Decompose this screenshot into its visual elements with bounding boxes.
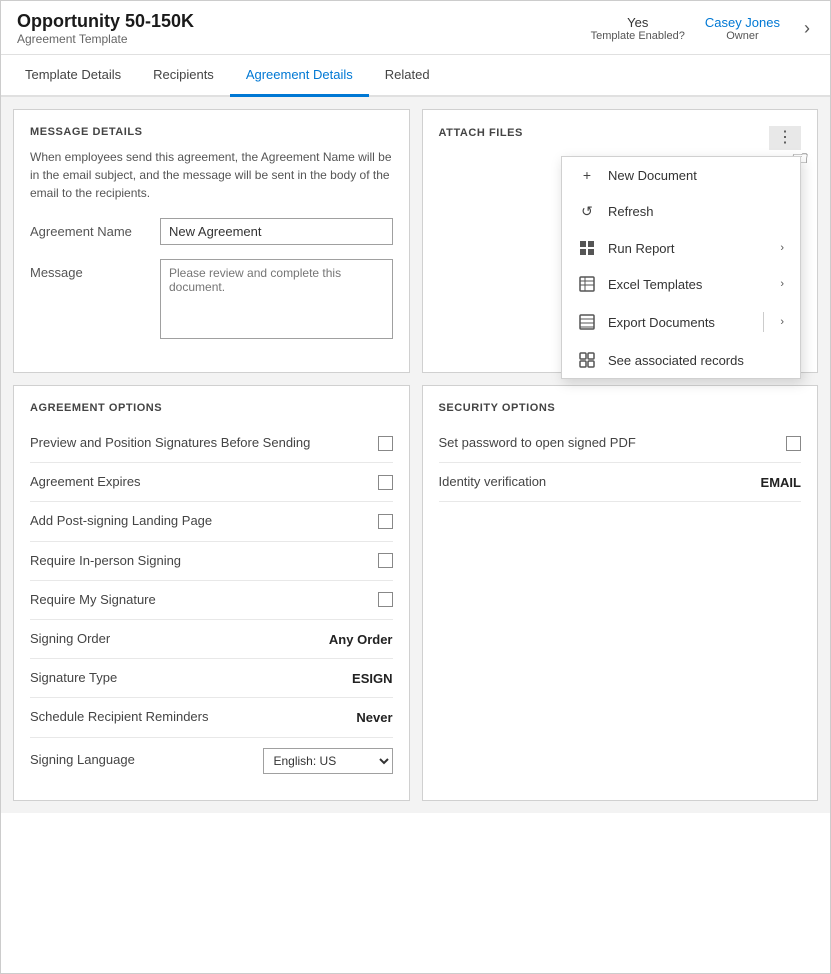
identity-label: Identity verification <box>439 473 547 491</box>
language-label: Signing Language <box>30 751 263 769</box>
option-row-post-signing: Add Post-signing Landing Page <box>30 502 393 541</box>
message-label: Message <box>30 259 160 280</box>
preview-label: Preview and Position Signatures Before S… <box>30 434 378 452</box>
owner-info-section: Casey Jones Owner <box>705 15 780 42</box>
menu-item-run-report[interactable]: Run Report › <box>562 230 800 266</box>
attach-files-title: ATTACH FILES <box>439 127 523 139</box>
page-subtitle: Agreement Template <box>17 32 194 46</box>
identity-value: EMAIL <box>761 475 801 490</box>
expires-label: Agreement Expires <box>30 473 378 491</box>
language-select[interactable]: English: US English: UK French German Sp… <box>263 748 393 774</box>
menu-item-new-document[interactable]: + New Document <box>562 157 800 193</box>
new-document-label: New Document <box>608 168 784 183</box>
option-row-in-person: Require In-person Signing <box>30 542 393 581</box>
three-dots-button[interactable]: ⋮ <box>769 126 801 150</box>
export-documents-icon <box>578 314 596 330</box>
menu-item-see-associated[interactable]: See associated records <box>562 342 800 378</box>
option-row-signature-type: Signature Type ESIGN <box>30 659 393 698</box>
signature-type-label: Signature Type <box>30 669 352 687</box>
in-person-checkbox[interactable] <box>378 553 393 568</box>
attach-files-panel: ATTACH FILES ⋮ + New Document ↺ Refresh <box>422 109 819 373</box>
option-row-reminders: Schedule Recipient Reminders Never <box>30 698 393 737</box>
password-label: Set password to open signed PDF <box>439 434 636 452</box>
header-right-section: Yes Template Enabled? Casey Jones Owner … <box>591 14 814 43</box>
owner-name[interactable]: Casey Jones <box>705 15 780 30</box>
tab-agreement-details[interactable]: Agreement Details <box>230 55 369 97</box>
refresh-label: Refresh <box>608 204 784 219</box>
security-options-panel: SECURITY OPTIONS Set password to open si… <box>422 385 819 801</box>
my-signature-checkbox[interactable] <box>378 592 393 607</box>
top-row: MESSAGE DETAILS When employees send this… <box>13 109 818 373</box>
template-enabled-section: Yes Template Enabled? <box>591 15 685 42</box>
reminders-value: Never <box>356 710 392 725</box>
post-signing-checkbox[interactable] <box>378 514 393 529</box>
preview-checkbox[interactable] <box>378 436 393 451</box>
option-row-signing-order: Signing Order Any Order <box>30 620 393 659</box>
excel-templates-label: Excel Templates <box>608 277 768 292</box>
message-textarea-wrapper <box>160 259 393 342</box>
agreement-options-title: AGREEMENT OPTIONS <box>30 402 393 414</box>
menu-item-refresh[interactable]: ↺ Refresh <box>562 193 800 230</box>
owner-role: Owner <box>705 30 780 42</box>
three-dots-container: ⋮ + New Document ↺ Refresh <box>769 126 801 150</box>
agreement-name-input[interactable] <box>160 218 393 245</box>
menu-item-export-documents[interactable]: Export Documents › <box>562 302 800 342</box>
option-row-my-signature: Require My Signature <box>30 581 393 620</box>
tab-recipients[interactable]: Recipients <box>137 55 230 97</box>
expires-checkbox[interactable] <box>378 475 393 490</box>
new-document-icon: + <box>578 167 596 183</box>
agreement-name-input-wrapper <box>160 218 393 245</box>
security-options-title: SECURITY OPTIONS <box>439 402 802 414</box>
export-divider <box>763 312 764 332</box>
option-row-expires: Agreement Expires <box>30 463 393 502</box>
run-report-arrow: › <box>780 242 784 254</box>
excel-templates-icon <box>578 276 596 292</box>
tab-related[interactable]: Related <box>369 55 446 97</box>
security-row-identity: Identity verification EMAIL <box>439 463 802 502</box>
menu-item-excel-templates[interactable]: Excel Templates › <box>562 266 800 302</box>
post-signing-label: Add Post-signing Landing Page <box>30 512 378 530</box>
agreement-name-label: Agreement Name <box>30 218 160 239</box>
see-associated-icon <box>578 352 596 368</box>
in-person-label: Require In-person Signing <box>30 552 378 570</box>
refresh-icon: ↺ <box>578 203 596 220</box>
signing-order-label: Signing Order <box>30 630 329 648</box>
run-report-label: Run Report <box>608 241 768 256</box>
template-enabled-label: Template Enabled? <box>591 30 685 42</box>
message-details-title: MESSAGE DETAILS <box>30 126 393 138</box>
password-checkbox[interactable] <box>786 436 801 451</box>
excel-templates-arrow: › <box>780 278 784 290</box>
header-title-section: Opportunity 50-150K Agreement Template <box>17 11 194 46</box>
run-report-icon <box>578 240 596 256</box>
security-row-password: Set password to open signed PDF <box>439 424 802 463</box>
tab-template-details[interactable]: Template Details <box>9 55 137 97</box>
message-textarea[interactable] <box>160 259 393 339</box>
message-description: When employees send this agreement, the … <box>30 148 393 202</box>
export-documents-label: Export Documents <box>608 315 751 330</box>
attach-files-header: ATTACH FILES ⋮ + New Document ↺ Refresh <box>439 126 802 150</box>
option-row-preview: Preview and Position Signatures Before S… <box>30 424 393 463</box>
signing-order-value: Any Order <box>329 632 393 647</box>
my-signature-label: Require My Signature <box>30 591 378 609</box>
export-documents-arrow: › <box>780 316 784 328</box>
bottom-row: AGREEMENT OPTIONS Preview and Position S… <box>13 385 818 801</box>
see-associated-label: See associated records <box>608 353 784 368</box>
template-enabled-value: Yes <box>591 15 685 30</box>
reminders-label: Schedule Recipient Reminders <box>30 708 356 726</box>
header: Opportunity 50-150K Agreement Template Y… <box>1 1 830 55</box>
main-content: MESSAGE DETAILS When employees send this… <box>1 97 830 813</box>
option-row-language: Signing Language English: US English: UK… <box>30 738 393 784</box>
message-row: Message <box>30 259 393 342</box>
context-menu: + New Document ↺ Refresh <box>561 156 801 379</box>
agreement-options-panel: AGREEMENT OPTIONS Preview and Position S… <box>13 385 410 801</box>
message-details-panel: MESSAGE DETAILS When employees send this… <box>13 109 410 373</box>
agreement-name-row: Agreement Name <box>30 218 393 245</box>
page-title: Opportunity 50-150K <box>17 11 194 32</box>
tab-bar: Template Details Recipients Agreement De… <box>1 55 830 97</box>
expand-button[interactable]: › <box>800 14 814 43</box>
signature-type-value: ESIGN <box>352 671 392 686</box>
